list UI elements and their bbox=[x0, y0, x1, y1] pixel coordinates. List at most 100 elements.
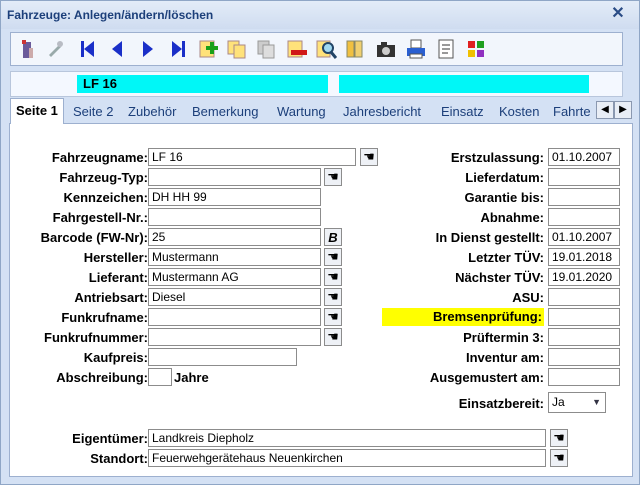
toolbar bbox=[10, 32, 623, 66]
label-eigentuemer: Eigentümer: bbox=[72, 431, 148, 446]
hand-pointer-icon: ☚ bbox=[363, 149, 375, 164]
lieferdatum-field[interactable] bbox=[548, 168, 620, 186]
fahrgestell-nr-field[interactable] bbox=[148, 208, 321, 226]
hand-pointer-icon: ☚ bbox=[327, 289, 339, 304]
abschreibung-field[interactable] bbox=[148, 368, 172, 386]
close-button[interactable]: ✕ bbox=[607, 3, 629, 25]
inventur-field[interactable] bbox=[548, 348, 620, 366]
hersteller-lookup-button[interactable]: ☚ bbox=[324, 248, 342, 266]
report-button[interactable] bbox=[433, 36, 459, 62]
label-lieferant: Lieferant: bbox=[88, 270, 148, 285]
fahrzeugname-lookup-button[interactable]: ☚ bbox=[360, 148, 378, 166]
label-barcode: Barcode (FW-Nr): bbox=[40, 230, 148, 245]
hersteller-field[interactable]: Mustermann bbox=[148, 248, 321, 266]
next-record-button[interactable] bbox=[135, 36, 161, 62]
add-record-icon bbox=[199, 40, 218, 58]
first-record-icon bbox=[80, 41, 94, 57]
prueftermin-3-field[interactable] bbox=[548, 328, 620, 346]
erstzulassung-field[interactable]: 01.10.2007 bbox=[548, 148, 620, 166]
kaufpreis-field[interactable] bbox=[148, 348, 297, 366]
standort-lookup-button[interactable]: ☚ bbox=[550, 449, 568, 467]
delete-record-button[interactable] bbox=[283, 36, 309, 62]
label-fahrzeugname: Fahrzeugname: bbox=[51, 150, 148, 165]
paste-record-button[interactable] bbox=[253, 36, 279, 62]
standort-field[interactable]: Feuerwehgerätehaus Neuenkirchen bbox=[148, 449, 546, 467]
tab-seite-1[interactable]: Seite 1 bbox=[10, 98, 64, 124]
tab-wartung[interactable]: Wartung bbox=[277, 101, 326, 122]
copy-record-button[interactable] bbox=[224, 36, 250, 62]
tab-einsatz[interactable]: Einsatz bbox=[441, 101, 484, 122]
secondary-status-display bbox=[339, 75, 589, 93]
garantie-field[interactable] bbox=[548, 188, 620, 206]
in-dienst-field[interactable]: 01.10.2007 bbox=[548, 228, 620, 246]
previous-record-button[interactable] bbox=[104, 36, 130, 62]
form-panel: Fahrzeugname: LF 16 ☚ Fahrzeug-Typ: ☚ Ke… bbox=[9, 123, 633, 477]
tab-fahrten[interactable]: Fahrte bbox=[553, 101, 591, 122]
antriebsart-lookup-button[interactable]: ☚ bbox=[324, 288, 342, 306]
title-bar: Fahrzeuge: Anlegen/ändern/löschen ✕ bbox=[1, 1, 639, 29]
hand-pointer-icon: ☚ bbox=[553, 430, 565, 445]
last-record-icon bbox=[171, 41, 185, 57]
documents-icon bbox=[346, 40, 363, 58]
tools-button[interactable] bbox=[42, 36, 68, 62]
fahrzeug-typ-field[interactable] bbox=[148, 168, 321, 186]
previous-record-icon bbox=[112, 41, 122, 57]
funkrufname-lookup-button[interactable]: ☚ bbox=[324, 308, 342, 326]
einsatzbereit-value: Ja bbox=[552, 395, 565, 409]
lieferant-field[interactable]: Mustermann AG bbox=[148, 268, 321, 286]
barcode-button[interactable]: B bbox=[324, 228, 342, 246]
funkrufnummer-lookup-button[interactable]: ☚ bbox=[324, 328, 342, 346]
hand-pointer-icon: ☚ bbox=[327, 269, 339, 284]
tab-scroll-left-button[interactable]: ◀ bbox=[596, 101, 614, 119]
tab-zubehoer[interactable]: Zubehör bbox=[128, 101, 176, 122]
label-funkrufname: Funkrufname: bbox=[61, 310, 148, 325]
label-standort: Standort: bbox=[90, 451, 148, 466]
einsatzbereit-select[interactable]: Ja ▼ bbox=[548, 392, 606, 413]
report-icon bbox=[438, 39, 454, 59]
antriebsart-field[interactable]: Diesel bbox=[148, 288, 321, 306]
naechster-tuev-field[interactable]: 19.01.2020 bbox=[548, 268, 620, 286]
tab-bemerkung[interactable]: Bemerkung bbox=[192, 101, 258, 122]
abnahme-field[interactable] bbox=[548, 208, 620, 226]
chevron-down-icon: ▼ bbox=[592, 397, 601, 407]
label-hersteller: Hersteller: bbox=[83, 250, 148, 265]
first-record-button[interactable] bbox=[74, 36, 100, 62]
tab-kosten[interactable]: Kosten bbox=[499, 101, 539, 122]
bremsenpruefung-field[interactable] bbox=[548, 308, 620, 326]
hand-pointer-icon: ☚ bbox=[553, 450, 565, 465]
add-record-button[interactable] bbox=[195, 36, 221, 62]
search-button[interactable] bbox=[313, 36, 339, 62]
fahrzeug-typ-lookup-button[interactable]: ☚ bbox=[324, 168, 342, 186]
tab-seite-2[interactable]: Seite 2 bbox=[73, 101, 113, 122]
hand-pointer-icon: ☚ bbox=[327, 249, 339, 264]
print-button[interactable] bbox=[403, 36, 429, 62]
color-settings-button[interactable] bbox=[463, 36, 489, 62]
barcode-field[interactable]: 25 bbox=[148, 228, 321, 246]
next-record-icon bbox=[143, 41, 153, 57]
documents-button[interactable] bbox=[342, 36, 368, 62]
kennzeichen-field[interactable]: DH HH 99 bbox=[148, 188, 321, 206]
last-record-button[interactable] bbox=[165, 36, 191, 62]
funkrufnummer-field[interactable] bbox=[148, 328, 321, 346]
label-naechster-tuev: Nächster TÜV: bbox=[455, 270, 544, 285]
color-settings-icon bbox=[468, 41, 484, 57]
hand-pointer-icon: ☚ bbox=[327, 329, 339, 344]
asu-field[interactable] bbox=[548, 288, 620, 306]
tab-scroll-right-button[interactable]: ▶ bbox=[614, 101, 632, 119]
tab-jahresbericht[interactable]: Jahresbericht bbox=[343, 101, 421, 122]
eigentuemer-field[interactable]: Landkreis Diepholz bbox=[148, 429, 546, 447]
lieferant-lookup-button[interactable]: ☚ bbox=[324, 268, 342, 286]
label-fahrgestell-nr: Fahrgestell-Nr.: bbox=[52, 210, 148, 225]
fahrzeugname-field[interactable]: LF 16 bbox=[148, 148, 356, 166]
exit-button[interactable] bbox=[14, 36, 40, 62]
camera-icon bbox=[377, 42, 395, 57]
current-vehicle-display: LF 16 bbox=[77, 75, 328, 93]
exit-icon bbox=[22, 40, 33, 58]
funkrufname-field[interactable] bbox=[148, 308, 321, 326]
ausgemustert-field[interactable] bbox=[548, 368, 620, 386]
eigentuemer-lookup-button[interactable]: ☚ bbox=[550, 429, 568, 447]
delete-record-icon bbox=[287, 40, 307, 58]
camera-button[interactable] bbox=[373, 36, 399, 62]
paste-record-icon bbox=[257, 40, 275, 59]
letzter-tuev-field[interactable]: 19.01.2018 bbox=[548, 248, 620, 266]
